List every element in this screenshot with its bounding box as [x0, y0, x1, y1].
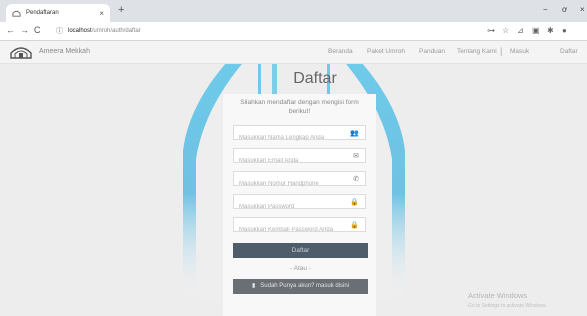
email-field[interactable]: ✉ [233, 148, 366, 168]
nav-link-tentang-kami[interactable]: Tentang Kami [457, 48, 497, 55]
users-icon: 👥 [350, 130, 359, 137]
brand-logo-icon[interactable] [10, 45, 32, 59]
activate-windows-subtitle: Go to Settings to activate Windows. [468, 303, 547, 309]
site-navbar: Ameera Mekkah Beranda Paket Umroh Pandua… [0, 41, 587, 64]
brand-name[interactable]: Ameera Mekkah [39, 48, 90, 55]
nav-link-daftar[interactable]: Daftar [560, 48, 578, 55]
extension-c-icon[interactable]: ✱ [547, 26, 554, 35]
url-path: /umroh/auth/daftar [91, 28, 141, 34]
phone-icon: ✆ [353, 176, 359, 183]
phone-input[interactable] [234, 177, 344, 191]
key-icon[interactable]: ⊶ [487, 26, 495, 35]
phone-field[interactable]: ✆ [233, 171, 366, 191]
login-link-label: Sudah Punya akun? masuk disini [260, 283, 350, 289]
forward-arrow-icon[interactable]: → [20, 25, 29, 35]
register-card: Silahkan mendaftar dengan mengisi form b… [223, 94, 376, 316]
password-field[interactable]: 🔒 [233, 194, 366, 214]
new-tab-button[interactable]: + [118, 4, 124, 16]
favicon-icon [12, 9, 21, 18]
activate-windows-title: Activate Windows [468, 291, 528, 300]
url-field[interactable]: ⓘ localhost/umroh/auth/daftar [56, 26, 141, 36]
page-title: Daftar [293, 70, 337, 87]
address-bar-row: ← → C ⓘ localhost/umroh/auth/daftar ⊶ ☆ … [0, 22, 587, 41]
tab-close-icon[interactable]: × [99, 9, 104, 18]
nav-link-masuk[interactable]: Masuk [510, 48, 529, 55]
door-icon: ▮ [251, 283, 256, 289]
profile-icon[interactable]: ● [562, 26, 567, 35]
password-input[interactable] [234, 200, 344, 214]
back-arrow-icon[interactable]: ← [6, 25, 15, 35]
lock-icon: 🔒 [350, 199, 359, 206]
full-name-field[interactable]: 👥 [233, 125, 366, 145]
nav-link-paket-umroh[interactable]: Paket Umroh [367, 48, 405, 55]
maximize-button[interactable]: ơ [562, 5, 567, 14]
extension-b-icon[interactable]: ▣ [532, 26, 540, 35]
page: Ameera Mekkah Beranda Paket Umroh Pandua… [0, 41, 587, 316]
nav-separator: | [500, 46, 503, 56]
or-divider: - Atau - [290, 265, 311, 272]
confirm-password-input[interactable] [234, 223, 344, 237]
form-intro: Silahkan mendaftar dengan mengisi form b… [240, 99, 359, 115]
url-host: localhost [68, 28, 92, 34]
close-window-button[interactable]: × [580, 5, 585, 14]
browser-tab-bar: Pendaftaran × + − ơ × [0, 0, 587, 22]
tab-title: Pendaftaran [26, 10, 59, 16]
envelope-icon: ✉ [353, 153, 359, 160]
nav-link-panduan[interactable]: Panduan [419, 48, 445, 55]
extension-a-icon[interactable]: ⊿ [517, 26, 524, 35]
star-icon[interactable]: ☆ [502, 26, 509, 35]
nav-link-beranda[interactable]: Beranda [328, 48, 353, 55]
login-link-button[interactable]: ▮ Sudah Punya akun? masuk disini [233, 279, 368, 294]
browser-tab[interactable]: Pendaftaran × [6, 4, 110, 22]
full-name-input[interactable] [234, 131, 344, 145]
reload-icon[interactable]: C [34, 25, 41, 35]
info-icon: ⓘ [56, 28, 63, 35]
email-input[interactable] [234, 154, 344, 168]
lock-icon: 🔒 [350, 222, 359, 229]
minimize-button[interactable]: − [543, 5, 548, 14]
confirm-password-field[interactable]: 🔒 [233, 217, 366, 237]
register-button[interactable]: Daftar [233, 243, 368, 258]
